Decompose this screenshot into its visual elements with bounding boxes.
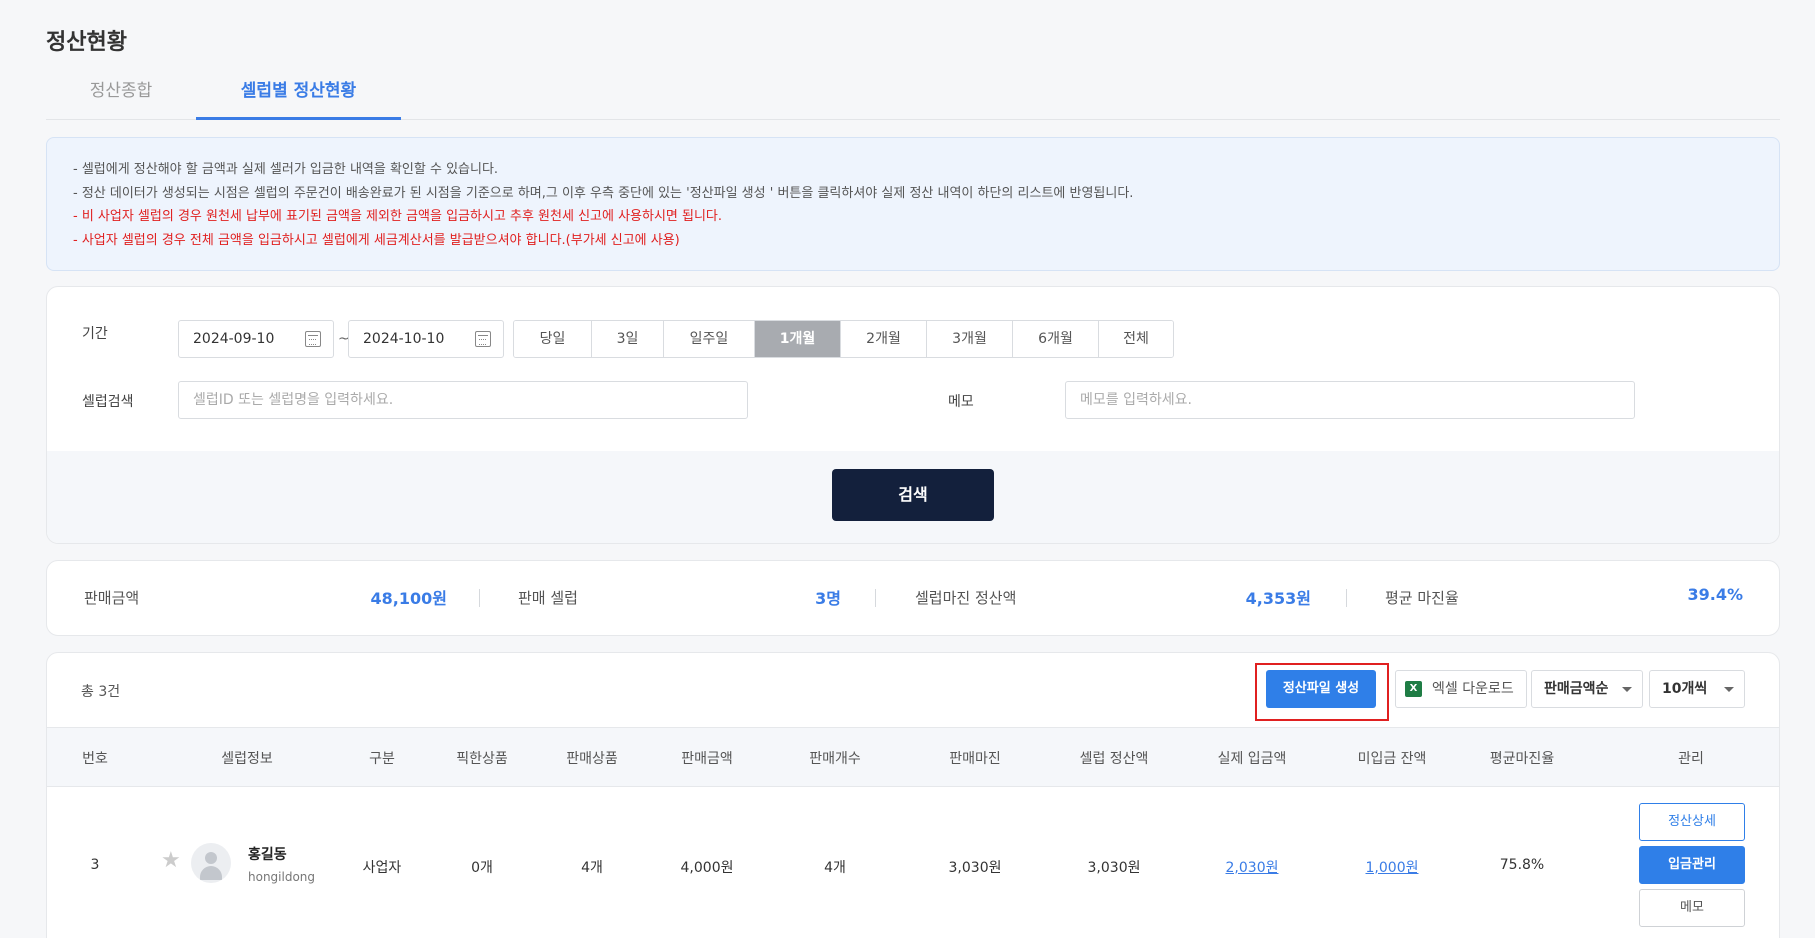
column-header: 관리 — [1678, 751, 1704, 767]
settlement-list: 총 3건 정산파일 생성 X 엑셀 다운로드 판매금액순 10개씩 번호 셀럽정… — [46, 652, 1780, 938]
tab-celeb-settlement[interactable]: 셀럽별 정산현황 — [196, 70, 401, 120]
column-header: 픽한상품 — [456, 751, 508, 767]
column-header: 구분 — [369, 751, 395, 767]
column-header: 실제 입금액 — [1217, 751, 1287, 767]
period-button-group: 당일 3일 일주일 1개월 2개월 3개월 6개월 전체 — [513, 320, 1174, 358]
chevron-down-icon — [1724, 687, 1734, 692]
excel-icon: X — [1405, 681, 1422, 697]
sales-amount: 4,000원 — [680, 860, 734, 876]
sales-count: 4개 — [824, 860, 846, 876]
column-header: 미입금 잔액 — [1357, 751, 1427, 767]
period-button-1month[interactable]: 1개월 — [755, 321, 841, 357]
column-header: 평균마진율 — [1489, 751, 1555, 767]
period-button-3months[interactable]: 3개월 — [927, 321, 1013, 357]
page-size-value: 10개씩 — [1662, 681, 1708, 697]
celeb-margin-label: 셀럽마진 정산액 — [915, 589, 1017, 607]
table-header: 번호 셀럽정보 구분 픽한상품 판매상품 판매금액 판매개수 판매마진 셀럽 정… — [47, 727, 1779, 787]
column-header: 번호 — [82, 751, 108, 767]
actual-paid-link[interactable]: 2,030원 — [1197, 857, 1307, 877]
divider — [479, 589, 480, 607]
notice-box: - 셀럽에게 정산해야 할 금액과 실제 셀러가 입금한 내역을 확인할 수 있… — [46, 137, 1780, 271]
row-number: 3 — [90, 857, 100, 873]
notice-line-warning: - 사업자 셀럽의 경우 전체 금액을 입금하시고 셀럽에게 세금계산서를 발급… — [73, 232, 680, 248]
column-header: 판매상품 — [566, 751, 618, 767]
page: 정산현황 정산종합 셀럽별 정산현황 - 셀럽에게 정산해야 할 금액과 실제 … — [0, 0, 1815, 938]
page-size-select[interactable]: 10개씩 — [1649, 670, 1745, 708]
start-date-value: 2024-09-10 — [193, 331, 275, 347]
memo-label: 메모 — [948, 394, 974, 410]
column-header: 판매마진 — [949, 751, 1001, 767]
notice-line-warning: - 비 사업자 셀럽의 경우 원천세 납부에 표기된 금액을 제외한 금액을 입… — [73, 209, 723, 224]
period-button-week[interactable]: 일주일 — [664, 321, 755, 357]
summary-stats: 판매금액 48,100원 판매 셀럽 3명 셀럽마진 정산액 4,353원 평균… — [46, 560, 1780, 636]
sales-amount-value: 48,100원 — [370, 589, 447, 608]
end-date-field[interactable]: 2024-10-10 — [348, 320, 504, 358]
unpaid-balance-link[interactable]: 1,000원 — [1337, 857, 1447, 877]
period-button-all[interactable]: 전체 — [1099, 321, 1173, 357]
period-button-6months[interactable]: 6개월 — [1013, 321, 1099, 357]
column-header: 셀럽정보 — [221, 751, 273, 767]
tab-bar: 정산종합 셀럽별 정산현황 — [46, 70, 1780, 120]
total-count: 총 3건 — [81, 684, 121, 700]
notice-line: - 정산 데이터가 생성되는 시점은 셀럽의 주문건이 배송완료가 된 시점을 … — [73, 185, 1134, 201]
sort-select-value: 판매금액순 — [1544, 681, 1609, 697]
sales-amount-label: 판매금액 — [84, 589, 140, 607]
column-header: 판매개수 — [809, 751, 861, 767]
column-header: 셀럽 정산액 — [1079, 751, 1149, 767]
divider — [875, 589, 876, 607]
celeb-settlement: 3,030원 — [1087, 860, 1141, 876]
avatar — [191, 843, 231, 883]
celeb-id: hongildong — [248, 870, 316, 884]
end-date-value: 2024-10-10 — [363, 331, 445, 347]
period-label: 기간 — [82, 326, 108, 342]
memo-input[interactable]: 메모를 입력하세요. — [1065, 381, 1635, 419]
search-button[interactable]: 검색 — [832, 469, 994, 521]
period-button-today[interactable]: 당일 — [514, 321, 592, 357]
memo-button[interactable]: 메모 — [1639, 889, 1745, 927]
divider — [1346, 589, 1347, 607]
period-button-2months[interactable]: 2개월 — [841, 321, 927, 357]
star-icon[interactable]: ★ — [161, 848, 181, 873]
search-panel: 기간 2024-09-10 ~ 2024-10-10 당일 3일 일주일 1개월… — [46, 286, 1780, 544]
celeb-name: 홍길동 — [248, 847, 287, 863]
sales-margin: 3,030원 — [948, 860, 1002, 876]
celeb-margin-value: 4,353원 — [1245, 589, 1311, 608]
generate-settlement-file-button[interactable]: 정산파일 생성 — [1266, 670, 1376, 708]
notice-line: - 셀럽에게 정산해야 할 금액과 실제 셀러가 입금한 내역을 확인할 수 있… — [73, 162, 499, 177]
page-title: 정산현황 — [46, 30, 127, 55]
column-header: 판매금액 — [681, 751, 733, 767]
calendar-icon[interactable] — [475, 331, 491, 347]
sales-celeb-label: 판매 셀럽 — [518, 589, 578, 607]
chevron-down-icon — [1622, 687, 1632, 692]
settlement-detail-button[interactable]: 정산상세 — [1639, 803, 1745, 841]
excel-download-label: 엑셀 다운로드 — [1432, 681, 1514, 697]
calendar-icon[interactable] — [305, 331, 321, 347]
deposit-management-button[interactable]: 입금관리 — [1639, 846, 1745, 884]
period-button-3days[interactable]: 3일 — [592, 321, 664, 357]
picked-products: 0개 — [471, 860, 493, 876]
sales-celeb-value: 3명 — [815, 589, 841, 608]
avg-margin-rate-label: 평균 마진율 — [1385, 589, 1459, 607]
celeb-search-label: 셀럽검색 — [82, 394, 134, 410]
avg-margin-rate: 75.8% — [1499, 857, 1545, 873]
sort-select[interactable]: 판매금액순 — [1531, 670, 1643, 708]
excel-download-button[interactable]: X 엑셀 다운로드 — [1395, 670, 1527, 708]
avg-margin-rate-value: 39.4% — [1687, 585, 1743, 604]
celeb-search-input[interactable]: 셀럽ID 또는 셀럽명을 입력하세요. — [178, 381, 748, 419]
tab-settlement-summary[interactable]: 정산종합 — [46, 70, 196, 120]
start-date-field[interactable]: 2024-09-10 — [178, 320, 334, 358]
sold-products: 4개 — [581, 860, 603, 876]
celeb-type: 사업자 — [362, 860, 402, 876]
